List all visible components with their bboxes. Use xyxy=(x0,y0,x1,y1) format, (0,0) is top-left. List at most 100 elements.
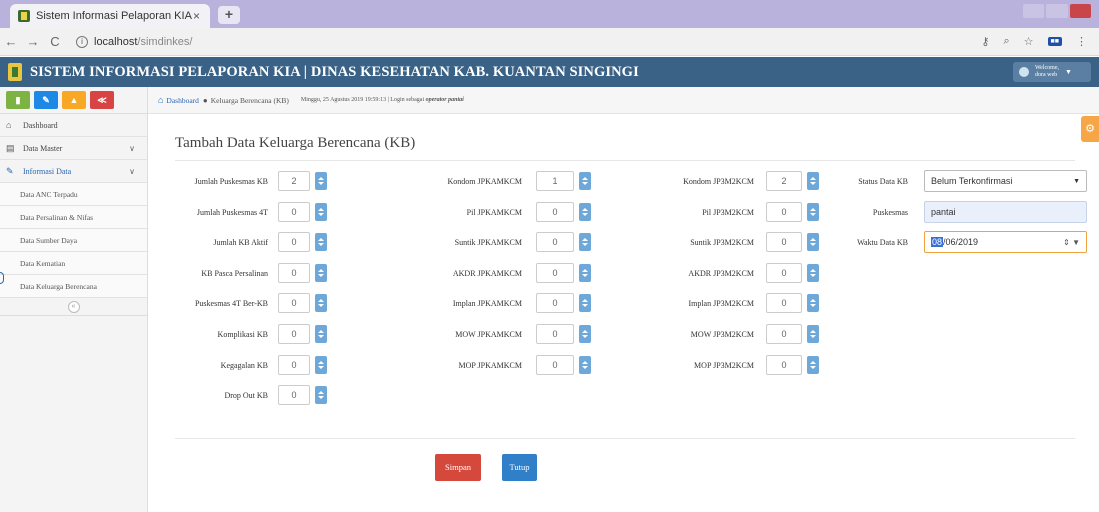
field-label: Pil JP3M2KCM xyxy=(702,207,754,217)
sidebar-item-informasi-data[interactable]: ✎ Informasi Data ∨ xyxy=(0,160,147,183)
pencil-shortcut-icon[interactable]: ✎ xyxy=(34,91,58,109)
mop-jp3m2kcm-input[interactable]: 0 xyxy=(766,355,802,375)
back-icon[interactable]: ← xyxy=(0,34,22,49)
suntik-jp3m2kcm-input[interactable]: 0 xyxy=(766,232,802,252)
edit-icon: ✎ xyxy=(6,165,14,176)
browser-navbar: ← → C i localhost/simdinkes/ ⚷ ⌕ ☆ ■■ ⋮ xyxy=(0,28,1099,56)
url-host[interactable]: localhost xyxy=(94,36,137,48)
minimize-button[interactable] xyxy=(1023,4,1045,18)
reload-icon[interactable]: C xyxy=(44,34,66,49)
app-title: SISTEM INFORMASI PELAPORAN KIA | DINAS K… xyxy=(30,63,639,80)
browser-actions: ⚷ ⌕ ☆ ■■ ⋮ xyxy=(981,35,1087,48)
sidebar-item-dashboard[interactable]: ⌂ Dashboard xyxy=(0,114,147,137)
chart-shortcut-icon[interactable]: ▮ xyxy=(6,91,30,109)
drop-out-kb-input[interactable]: 0 xyxy=(278,385,310,405)
spinner-icon[interactable] xyxy=(807,264,819,282)
user-menu[interactable]: Welcome, dora web ▼ xyxy=(1013,62,1091,82)
collapse-left-icon[interactable]: « xyxy=(67,300,80,313)
sidebar-item-label: Dashboard xyxy=(23,120,58,130)
key-icon[interactable]: ⚷ xyxy=(981,35,989,48)
sidebar-subitem-label: Data Persalinan & Nifas xyxy=(20,212,94,222)
date-spinner-icon[interactable]: ⇕ ▼ xyxy=(1063,238,1080,247)
sidebar-item-data-master[interactable]: ▤ Data Master ∨ xyxy=(0,137,147,160)
breadcrumb-dashboard-link[interactable]: Dashboard xyxy=(166,96,199,105)
spinner-icon[interactable] xyxy=(315,386,327,404)
extension-icon[interactable]: ■■ xyxy=(1047,37,1062,46)
main-content: ⚙ Tambah Data Keluarga Berencana (KB) Ju… xyxy=(148,114,1099,512)
date-rest: /06/2019 xyxy=(943,237,979,247)
sidebar: ▮ ✎ ▲ ≪ ⌂ Dashboard ▤ Data Master ∨ ✎ In… xyxy=(0,87,148,512)
bookmark-star-icon[interactable]: ☆ xyxy=(1024,35,1034,48)
field-row: Implan JP3M2KCM 0 xyxy=(556,293,819,313)
field-label: AKDR JP3M2KCM xyxy=(688,268,754,278)
field-row: Pil JPKAMKCM 0 xyxy=(300,202,591,222)
status-select[interactable]: Belum Terkonfirmasi ▼ xyxy=(924,170,1087,192)
spinner-icon[interactable] xyxy=(807,294,819,312)
save-button[interactable]: Simpan xyxy=(435,454,481,481)
field-label: Puskesmas xyxy=(872,207,908,217)
field-label: Pil JPKAMKCM xyxy=(466,207,522,217)
sidebar-subitem-keluarga-berencana[interactable]: Data Keluarga Berencana xyxy=(0,275,147,298)
sidebar-item-label: Data Master xyxy=(23,143,63,153)
implan-jp3m2kcm-input[interactable]: 0 xyxy=(766,293,802,313)
close-button[interactable]: Tutup xyxy=(502,454,537,481)
akdr-jp3m2kcm-input[interactable]: 0 xyxy=(766,263,802,283)
user-greeting-line2: dora web xyxy=(1035,72,1058,78)
field-row: Suntik JP3M2KCM 0 xyxy=(556,232,819,252)
spinner-icon[interactable] xyxy=(807,203,819,221)
avatar xyxy=(1019,67,1029,77)
field-label: Implan JPKAMKCM xyxy=(452,298,522,308)
sidebar-subitem-label: Data Keluarga Berencana xyxy=(20,281,97,291)
window-close-button[interactable] xyxy=(1069,4,1091,18)
field-label: KB Pasca Persalinan xyxy=(201,268,268,278)
sidebar-subitem-kematian[interactable]: Data Kematian xyxy=(0,252,147,275)
title-divider xyxy=(175,160,1075,161)
user-greeting-line1: Welcome, xyxy=(1035,65,1060,71)
forward-icon[interactable]: → xyxy=(22,34,44,49)
url-path[interactable]: /simdinkes/ xyxy=(137,36,192,48)
warning-shortcut-icon[interactable]: ▲ xyxy=(62,91,86,109)
field-label: Komplikasi KB xyxy=(217,329,268,339)
gear-icon[interactable]: ⚙ xyxy=(1081,116,1099,142)
share-shortcut-icon[interactable]: ≪ xyxy=(90,91,114,109)
field-label: Kegagalan KB xyxy=(220,360,268,370)
sidebar-subitem-persalinan[interactable]: Data Persalinan & Nifas xyxy=(0,206,147,229)
breadcrumb: ⌂ Dashboard ● Keluarga Berencana (KB) Mi… xyxy=(148,87,1099,114)
new-tab-button[interactable]: + xyxy=(218,6,240,24)
field-row: MOW JPKAMKCM 0 xyxy=(300,324,591,344)
maximize-button[interactable] xyxy=(1046,4,1068,18)
field-label: Suntik JPKAMKCM xyxy=(454,237,522,247)
sidebar-subitem-sumber-daya[interactable]: Data Sumber Daya xyxy=(0,229,147,252)
spinner-icon[interactable] xyxy=(807,172,819,190)
kondom-jp3m2kcm-input[interactable]: 2 xyxy=(766,171,802,191)
date-day-segment: 08 xyxy=(931,237,944,247)
form-divider xyxy=(175,438,1075,439)
tab-close-icon[interactable]: × xyxy=(193,9,200,23)
field-row: AKDR JP3M2KCM 0 xyxy=(556,263,819,283)
tab-title: Sistem Informasi Pelaporan KIA xyxy=(36,10,192,22)
pil-jp3m2kcm-input[interactable]: 0 xyxy=(766,202,802,222)
site-info-icon[interactable]: i xyxy=(76,35,88,48)
field-label: Jumlah Puskesmas KB xyxy=(194,176,268,186)
circle-arrow-icon: ● xyxy=(202,95,208,105)
waktu-date-input[interactable]: 08/06/2019 ⇕ ▼ xyxy=(924,231,1087,253)
field-label: MOW JP3M2KCM xyxy=(690,329,754,339)
spinner-icon[interactable] xyxy=(807,325,819,343)
chevron-down-icon: ▼ xyxy=(1065,68,1072,76)
menu-icon[interactable]: ⋮ xyxy=(1076,35,1087,48)
chevron-down-icon: ∨ xyxy=(129,143,135,153)
mow-jp3m2kcm-input[interactable]: 0 xyxy=(766,324,802,344)
field-label: Kondom JP3M2KCM xyxy=(683,176,754,186)
sidebar-subitem-anc[interactable]: Data ANC Terpadu xyxy=(0,183,147,206)
zoom-icon[interactable]: ⌕ xyxy=(1003,35,1009,48)
browser-tab[interactable]: Sistem Informasi Pelaporan KIA × xyxy=(10,4,210,28)
puskesmas-input[interactable]: pantai xyxy=(924,201,1087,223)
field-label: Implan JP3M2KCM xyxy=(688,298,754,308)
spinner-icon[interactable] xyxy=(807,356,819,374)
field-label: Jumlah KB Aktif xyxy=(213,237,268,247)
field-label: Jumlah Puskesmas 4T xyxy=(196,207,268,217)
spinner-icon[interactable] xyxy=(807,233,819,251)
field-row: Kondom JP3M2KCM 2 xyxy=(556,171,819,191)
user-greeting: Welcome, dora web xyxy=(1035,65,1059,79)
window-controls xyxy=(1023,4,1091,18)
